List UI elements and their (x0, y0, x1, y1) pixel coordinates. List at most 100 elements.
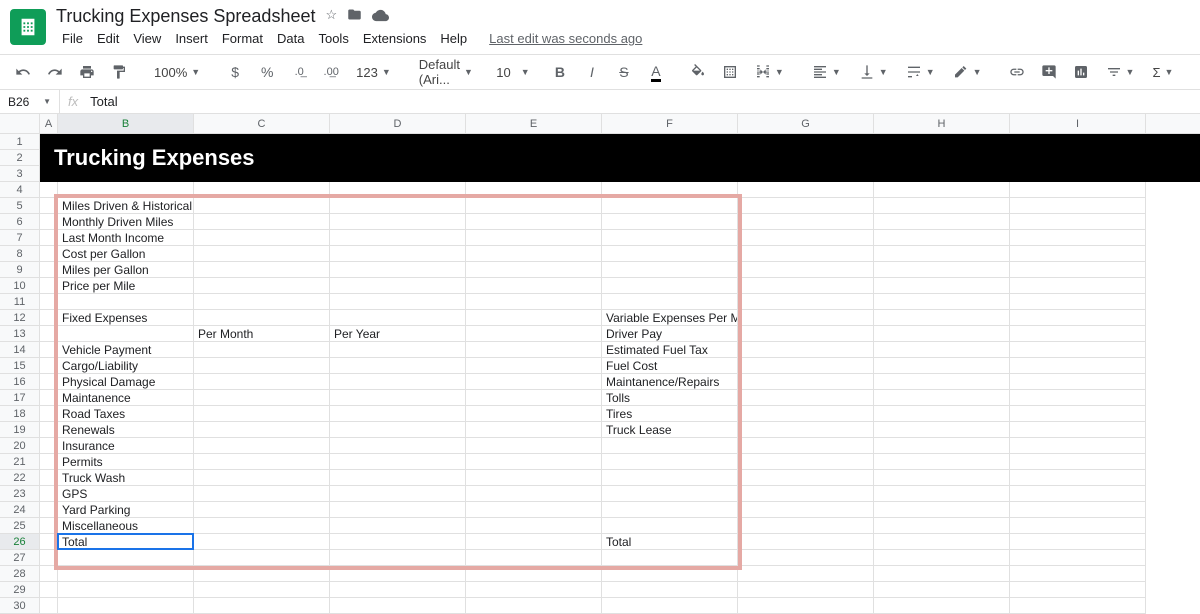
cell-A19[interactable] (40, 422, 58, 438)
cell-D27[interactable] (330, 550, 466, 566)
cell-I14[interactable] (1010, 342, 1146, 358)
row-header-14[interactable]: 14 (0, 342, 40, 358)
row-header-12[interactable]: 12 (0, 310, 40, 326)
cell-B24[interactable]: Yard Parking (58, 502, 194, 518)
cell-I19[interactable] (1010, 422, 1146, 438)
cell-C26[interactable] (194, 534, 330, 550)
row-header-5[interactable]: 5 (0, 198, 40, 214)
cell-F16[interactable]: Maintanence/Repairs (602, 374, 738, 390)
cell-F22[interactable] (602, 470, 738, 486)
paint-format-button[interactable] (106, 59, 132, 85)
cell-F11[interactable] (602, 294, 738, 310)
cell-G29[interactable] (738, 582, 874, 598)
cell-B15[interactable]: Cargo/Liability (58, 358, 194, 374)
col-header-F[interactable]: F (602, 114, 738, 133)
cell-I10[interactable] (1010, 278, 1146, 294)
cell-I18[interactable] (1010, 406, 1146, 422)
cell-I4[interactable] (1010, 182, 1146, 198)
cell-G22[interactable] (738, 470, 874, 486)
cell-H21[interactable] (874, 454, 1010, 470)
cell-F18[interactable]: Tires (602, 406, 738, 422)
zoom-select[interactable]: 100%▼ (148, 59, 206, 85)
menu-edit[interactable]: Edit (91, 29, 125, 48)
cell-D24[interactable] (330, 502, 466, 518)
cell-E14[interactable] (466, 342, 602, 358)
cell-B29[interactable] (58, 582, 194, 598)
merge-button[interactable]: ▼ (749, 59, 790, 85)
cell-G9[interactable] (738, 262, 874, 278)
cell-D13[interactable]: Per Year (330, 326, 466, 342)
cell-D9[interactable] (330, 262, 466, 278)
cell-C10[interactable] (194, 278, 330, 294)
cell-D15[interactable] (330, 358, 466, 374)
cell-F20[interactable] (602, 438, 738, 454)
col-header-G[interactable]: G (738, 114, 874, 133)
row-header-24[interactable]: 24 (0, 502, 40, 518)
cell-C7[interactable] (194, 230, 330, 246)
cell-G11[interactable] (738, 294, 874, 310)
cell-H6[interactable] (874, 214, 1010, 230)
cell-H23[interactable] (874, 486, 1010, 502)
cell-E8[interactable] (466, 246, 602, 262)
row-header-4[interactable]: 4 (0, 182, 40, 198)
cell-B20[interactable]: Insurance (58, 438, 194, 454)
col-header-A[interactable]: A (40, 114, 58, 133)
cell-H20[interactable] (874, 438, 1010, 454)
row-header-30[interactable]: 30 (0, 598, 40, 614)
increase-decimal-button[interactable]: .0̲0 (318, 59, 344, 85)
filter-button[interactable]: ▼ (1100, 59, 1141, 85)
cell-A8[interactable] (40, 246, 58, 262)
cell-D20[interactable] (330, 438, 466, 454)
cell-G12[interactable] (738, 310, 874, 326)
cell-F7[interactable] (602, 230, 738, 246)
cell-A5[interactable] (40, 198, 58, 214)
cell-I28[interactable] (1010, 566, 1146, 582)
cell-I13[interactable] (1010, 326, 1146, 342)
row-header-25[interactable]: 25 (0, 518, 40, 534)
cell-C12[interactable] (194, 310, 330, 326)
cell-E30[interactable] (466, 598, 602, 614)
cell-H12[interactable] (874, 310, 1010, 326)
cell-I23[interactable] (1010, 486, 1146, 502)
halign-button[interactable]: ▼ (806, 59, 847, 85)
cell-C19[interactable] (194, 422, 330, 438)
cell-D4[interactable] (330, 182, 466, 198)
cell-F10[interactable] (602, 278, 738, 294)
row-header-10[interactable]: 10 (0, 278, 40, 294)
cell-G25[interactable] (738, 518, 874, 534)
cell-E9[interactable] (466, 262, 602, 278)
move-icon[interactable] (347, 7, 362, 27)
redo-button[interactable] (42, 59, 68, 85)
cell-H4[interactable] (874, 182, 1010, 198)
cell-H9[interactable] (874, 262, 1010, 278)
bold-button[interactable]: B (547, 59, 573, 85)
cell-H15[interactable] (874, 358, 1010, 374)
cell-G20[interactable] (738, 438, 874, 454)
cell-B23[interactable]: GPS (58, 486, 194, 502)
cell-A10[interactable] (40, 278, 58, 294)
currency-button[interactable]: $ (222, 59, 248, 85)
cell-D16[interactable] (330, 374, 466, 390)
cell-H22[interactable] (874, 470, 1010, 486)
cell-D28[interactable] (330, 566, 466, 582)
cell-H10[interactable] (874, 278, 1010, 294)
cell-A23[interactable] (40, 486, 58, 502)
cell-H24[interactable] (874, 502, 1010, 518)
cell-E20[interactable] (466, 438, 602, 454)
cell-A14[interactable] (40, 342, 58, 358)
sheets-icon[interactable] (10, 9, 46, 45)
cell-B14[interactable]: Vehicle Payment (58, 342, 194, 358)
cell-C8[interactable] (194, 246, 330, 262)
cell-A30[interactable] (40, 598, 58, 614)
cell-I5[interactable] (1010, 198, 1146, 214)
cell-C17[interactable] (194, 390, 330, 406)
col-header-I[interactable]: I (1010, 114, 1146, 133)
menu-view[interactable]: View (127, 29, 167, 48)
row-header-26[interactable]: 26 (0, 534, 40, 550)
cell-H16[interactable] (874, 374, 1010, 390)
cell-F21[interactable] (602, 454, 738, 470)
cell-H27[interactable] (874, 550, 1010, 566)
cell-H14[interactable] (874, 342, 1010, 358)
cell-I27[interactable] (1010, 550, 1146, 566)
rotate-button[interactable]: ▼ (947, 59, 988, 85)
